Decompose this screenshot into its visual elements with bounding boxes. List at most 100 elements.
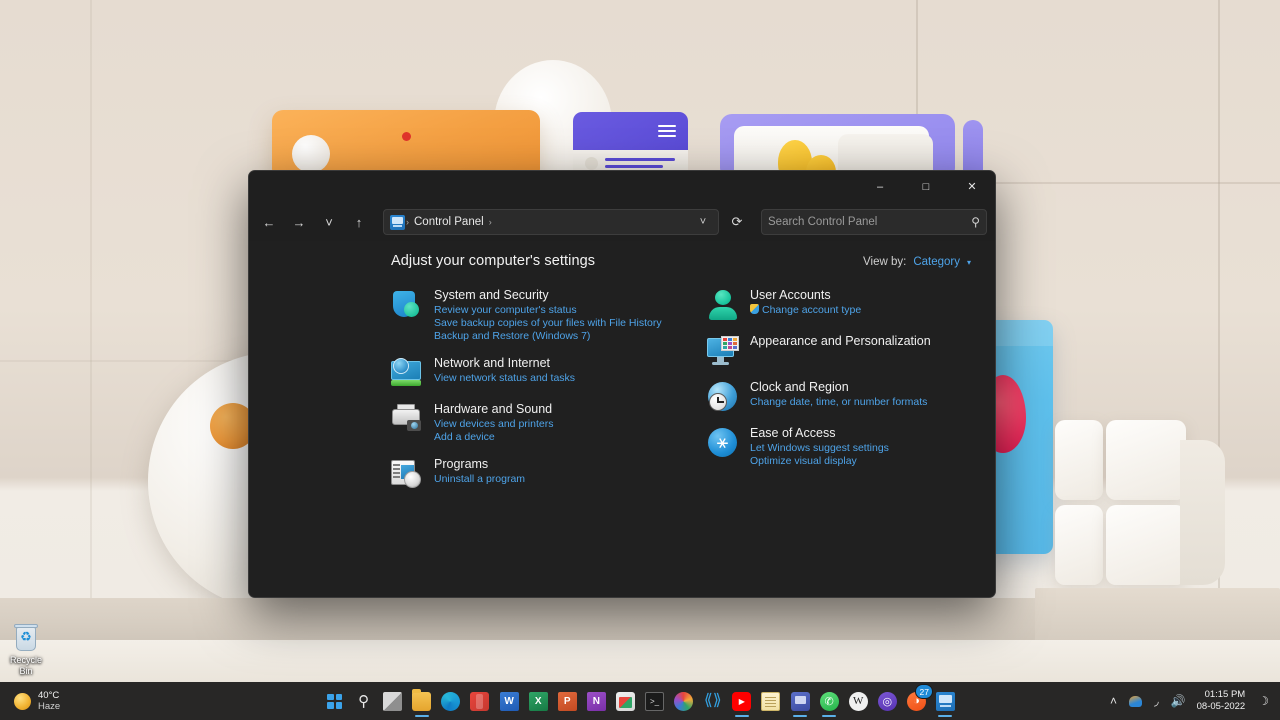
tray-onedrive-icon[interactable] (1124, 686, 1147, 716)
taskbar-search-button[interactable]: ⚲ (353, 686, 374, 716)
taskbar-windows-terminal[interactable]: >_ (644, 686, 665, 716)
up-icon[interactable]: ↑ (345, 208, 373, 236)
address-bar[interactable]: › Control Panel › ˅ (383, 209, 719, 235)
categories-column-left: System and Security Review your computer… (391, 287, 631, 502)
category-title[interactable]: Appearance and Personalization (750, 334, 931, 349)
category-title[interactable]: Hardware and Sound (434, 402, 553, 417)
whatsapp-icon: ✆ (820, 692, 839, 711)
taskbar-microsoft-teams[interactable] (789, 686, 810, 716)
taskbar-notepad[interactable] (760, 686, 781, 716)
sun-icon (14, 693, 31, 710)
weather-temperature: 40°C (38, 690, 60, 701)
breadcrumb-separator-icon-2[interactable]: › (488, 217, 493, 227)
taskbar-control-panel[interactable] (935, 686, 956, 716)
taskbar-visual-studio-code[interactable]: ⟪⟫ (702, 686, 723, 716)
taskbar-paint-3d[interactable] (673, 686, 694, 716)
category-link[interactable]: Change date, time, or number formats (750, 396, 927, 409)
moon-glyph: ☽ (1258, 694, 1269, 708)
chevron-down-icon[interactable]: ▾ (967, 258, 971, 267)
printer-icon (391, 403, 423, 435)
windows-logo-icon (327, 694, 342, 709)
category-title[interactable]: Clock and Region (750, 380, 927, 395)
page-title: Adjust your computer's settings (391, 253, 595, 269)
view-by-control[interactable]: View by: Category ▾ (863, 253, 971, 268)
taskbar-microsoft-powerpoint[interactable]: P (557, 686, 578, 716)
close-button[interactable]: ✕ (949, 171, 995, 203)
powerpoint-icon: P (558, 692, 577, 711)
back-icon[interactable]: ← (255, 208, 283, 236)
taskbar-clock[interactable]: 01:15 PM 08-05-2022 (1193, 685, 1252, 717)
recent-locations-chevron-down-icon[interactable]: ˅ (315, 208, 343, 236)
category-title[interactable]: System and Security (434, 288, 662, 303)
category-link[interactable]: Let Windows suggest settings (750, 442, 889, 455)
category-link-with-shield[interactable]: Change account type (750, 304, 861, 317)
tray-wifi-icon[interactable]: ◞ (1149, 686, 1164, 716)
taskbar-microsoft-store[interactable] (615, 686, 636, 716)
control-panel-window[interactable]: – □ ✕ ← → ˅ ↑ › Control Panel › ˅ ⟳ ⚲ (248, 170, 996, 598)
taskbar-microsoft-excel[interactable]: X (528, 686, 549, 716)
teams-icon (791, 692, 810, 711)
wallpaper-podium (1035, 588, 1280, 648)
tray-expand-chevron-up-icon[interactable]: ˄ (1105, 686, 1122, 716)
category-title[interactable]: Ease of Access (750, 426, 889, 441)
desktop[interactable]: ♻ Recycle Bin – □ ✕ ← → ˅ ↑ › Control Pa… (0, 0, 1280, 720)
address-dropdown-chevron-down-icon[interactable]: ˅ (692, 211, 714, 233)
content-header: Adjust your computer's settings View by:… (249, 241, 995, 269)
category-network-and-internet[interactable]: Network and Internet View network status… (391, 355, 631, 389)
taskbar-start-button[interactable] (324, 686, 345, 716)
taskbar-youtube[interactable]: ▶ (731, 686, 752, 716)
taskbar-whatsapp[interactable]: ✆ (819, 686, 840, 716)
taskbar-reddit[interactable]: ◑ 27 (906, 686, 927, 716)
wordpress-icon: W (849, 692, 868, 711)
user-accounts-icon (707, 289, 739, 321)
view-by-value[interactable]: Category (913, 256, 960, 268)
tray-volume-icon[interactable]: 🔊 (1166, 686, 1191, 716)
category-link[interactable]: View devices and printers (434, 418, 553, 431)
word-icon: W (500, 692, 519, 711)
category-link[interactable]: Optimize visual display (750, 455, 889, 468)
desktop-icon-label: Recycle Bin (4, 655, 48, 677)
search-input[interactable] (768, 216, 967, 228)
category-link[interactable]: Review your computer's status (434, 304, 662, 317)
category-title[interactable]: Programs (434, 457, 525, 472)
category-hardware-and-sound[interactable]: Hardware and Sound View devices and prin… (391, 401, 631, 444)
taskbar-microsoft-onenote[interactable]: N (586, 686, 607, 716)
category-system-and-security[interactable]: System and Security Review your computer… (391, 287, 631, 343)
taskbar-microsoft-word[interactable]: W (499, 686, 520, 716)
category-link[interactable]: Backup and Restore (Windows 7) (434, 330, 662, 343)
tray-notification-moon-icon[interactable]: ☽ (1253, 686, 1274, 716)
taskbar-wordpress[interactable]: W (848, 686, 869, 716)
recycle-bin-icon: ♻ (13, 624, 39, 652)
category-link[interactable]: Save backup copies of your files with Fi… (434, 317, 662, 330)
maximize-button[interactable]: □ (903, 171, 949, 203)
taskbar-podcast-app[interactable]: ◎ (877, 686, 898, 716)
taskbar[interactable]: 40°C Haze ⚲ W (0, 682, 1280, 720)
category-clock-and-region[interactable]: Clock and Region Change date, time, or n… (707, 379, 947, 413)
category-link[interactable]: Add a device (434, 431, 553, 444)
clock-time: 01:15 PM (1197, 689, 1246, 701)
wallpaper-shape-tile-a (1055, 420, 1103, 500)
category-link[interactable]: View network status and tasks (434, 372, 575, 385)
minimize-button[interactable]: – (857, 171, 903, 203)
window-titlebar[interactable]: – □ ✕ (249, 171, 995, 203)
taskbar-widgets-button[interactable] (382, 686, 403, 716)
search-box[interactable]: ⚲ (761, 209, 987, 235)
refresh-icon[interactable]: ⟳ (723, 208, 751, 236)
category-link[interactable]: Uninstall a program (434, 473, 525, 486)
taskbar-microsoft-office[interactable] (469, 686, 490, 716)
search-icon[interactable]: ⚲ (971, 215, 980, 229)
category-programs[interactable]: Programs Uninstall a program (391, 456, 631, 490)
category-title[interactable]: User Accounts (750, 288, 861, 303)
category-user-accounts[interactable]: User Accounts Change account type (707, 287, 947, 321)
desktop-icon-recycle-bin[interactable]: ♻ Recycle Bin (4, 624, 48, 677)
forward-icon[interactable]: → (285, 208, 313, 236)
taskbar-weather-widget[interactable]: 40°C Haze (2, 684, 70, 718)
navigation-bar: ← → ˅ ↑ › Control Panel › ˅ ⟳ ⚲ (249, 203, 995, 241)
category-ease-of-access[interactable]: ⚹ Ease of Access Let Windows suggest set… (707, 425, 947, 468)
category-appearance-and-personalization[interactable]: Appearance and Personalization (707, 333, 947, 367)
terminal-icon: >_ (645, 692, 664, 711)
taskbar-microsoft-edge[interactable] (440, 686, 461, 716)
taskbar-file-explorer[interactable] (411, 686, 432, 716)
breadcrumb-item[interactable]: Control Panel (410, 216, 488, 228)
category-title[interactable]: Network and Internet (434, 356, 575, 371)
